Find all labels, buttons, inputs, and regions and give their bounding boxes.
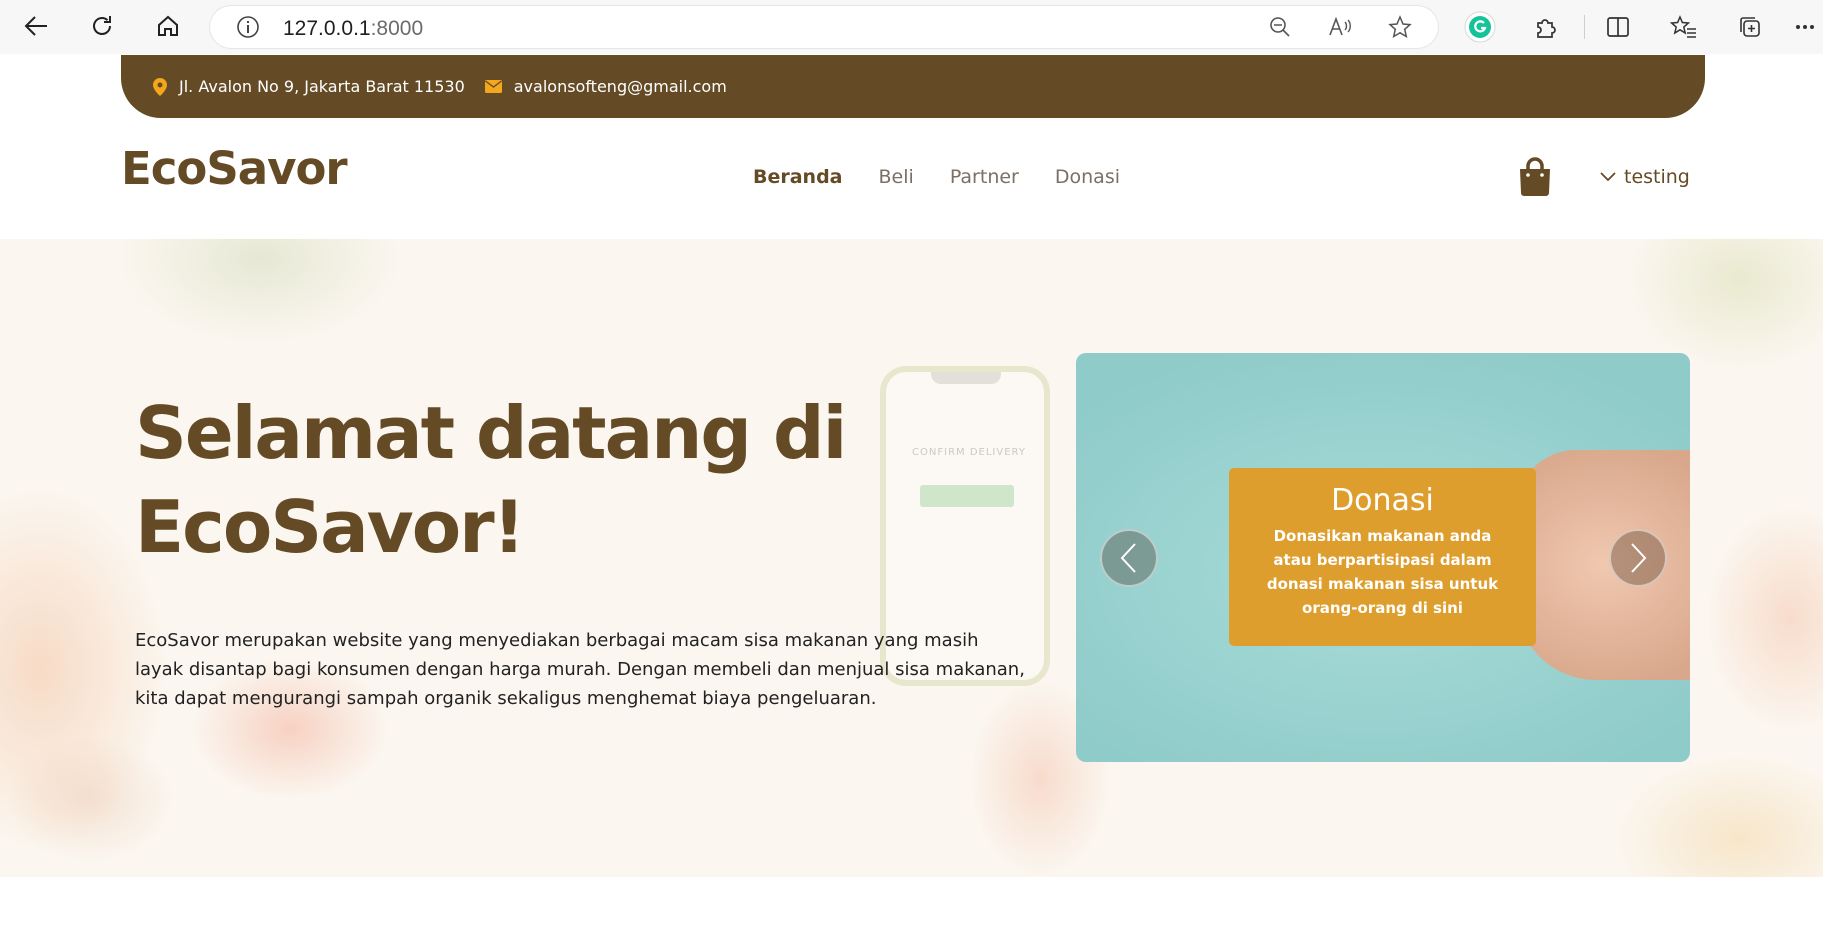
carousel-caption-text: Donasikan makanan anda atau berpartisipa… [1266, 527, 1499, 617]
address-text: Jl. Avalon No 9, Jakarta Barat 11530 [179, 77, 465, 96]
browser-toolbar: 127.0.0.1:8000 [0, 0, 1823, 54]
nav-item-beranda[interactable]: Beranda [753, 166, 843, 188]
collections-icon[interactable] [1732, 9, 1768, 45]
carousel-prev-button[interactable] [1100, 529, 1158, 587]
info-icon[interactable] [234, 13, 262, 41]
user-menu[interactable]: testing [1600, 166, 1690, 188]
address-info: Jl. Avalon No 9, Jakarta Barat 11530 [153, 77, 465, 96]
home-icon[interactable] [150, 8, 186, 44]
address-bar[interactable]: 127.0.0.1:8000 [210, 6, 1438, 48]
split-screen-icon[interactable] [1600, 9, 1636, 45]
hero-carousel[interactable]: Donasi Donasikan makanan anda atau berpa… [1076, 353, 1690, 762]
nav-item-donasi[interactable]: Donasi [1055, 166, 1120, 188]
chevron-left-icon [1120, 543, 1136, 573]
more-icon[interactable] [1790, 9, 1820, 45]
hero-title: Selamat datang di EcoSavor! [135, 386, 847, 574]
location-pin-icon [153, 77, 167, 96]
email-info: avalonsofteng@gmail.com [484, 77, 727, 96]
grammarly-icon[interactable] [1462, 9, 1498, 45]
favorite-star-icon[interactable] [1386, 13, 1414, 41]
read-aloud-icon[interactable] [1326, 13, 1354, 41]
toolbar-separator [1584, 15, 1585, 39]
envelope-icon [484, 80, 502, 93]
zoom-out-icon[interactable] [1266, 13, 1294, 41]
user-name: testing [1624, 166, 1690, 188]
email-link[interactable]: avalonsofteng@gmail.com [514, 77, 727, 96]
chevron-right-icon [1631, 543, 1647, 573]
brand-logo[interactable]: EcoSavor [121, 142, 348, 195]
favorites-icon[interactable] [1666, 9, 1702, 45]
main-nav: Beranda Beli Partner Donasi [753, 166, 1156, 188]
shopping-bag-icon[interactable] [1517, 157, 1553, 197]
hero-title-line1: Selamat datang di [135, 391, 847, 475]
hero-description: EcoSavor merupakan website yang menyedia… [135, 630, 1025, 709]
carousel-caption-title: Donasi [1331, 483, 1434, 518]
nav-item-beli[interactable]: Beli [879, 166, 914, 188]
nav-item-partner[interactable]: Partner [950, 166, 1019, 188]
hero-title-line2: EcoSavor! [135, 485, 526, 569]
reload-icon[interactable] [84, 8, 120, 44]
url-text[interactable]: 127.0.0.1:8000 [283, 17, 423, 41]
carousel-next-button[interactable] [1609, 529, 1667, 587]
contact-topbar: Jl. Avalon No 9, Jakarta Barat 11530 ava… [121, 55, 1705, 118]
back-icon[interactable] [18, 8, 54, 44]
extensions-icon[interactable] [1528, 9, 1564, 45]
chevron-down-icon [1600, 172, 1616, 182]
carousel-caption: Donasi Donasikan makanan anda atau berpa… [1229, 468, 1536, 646]
phone-screen-text: CONFIRM DELIVERY [912, 447, 1026, 458]
